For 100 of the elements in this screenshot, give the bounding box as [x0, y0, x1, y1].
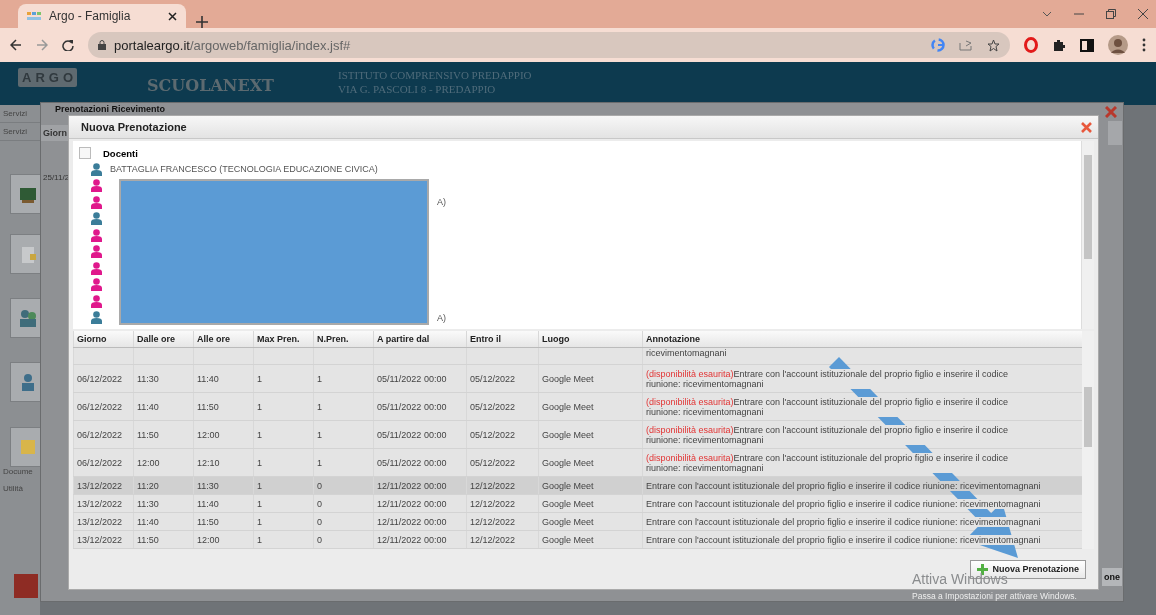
table-cell: 12/12/2022: [466, 513, 538, 530]
table-cell: 25/11/2: [43, 173, 70, 182]
chevron-down-icon[interactable]: [1042, 11, 1052, 17]
table-row[interactable]: 13/12/2022 11:40 11:50 1 0 12/11/2022 00:00 12/12/2022 Google Meet Entrare con l'account istituzionale del proprio figlio e inserire il codice riunione: ricevimentomagnani: [73, 513, 1082, 531]
dialog-button[interactable]: one: [1102, 568, 1122, 586]
table-cell: 05/12/2022: [466, 449, 538, 476]
table-cell: 11:50: [133, 421, 193, 448]
table-cell: 1: [253, 449, 313, 476]
column-header[interactable]: Max Pren.: [253, 331, 313, 347]
share-icon[interactable]: [959, 39, 973, 51]
table-cell: Google Meet: [538, 477, 642, 494]
table-cell: 1: [313, 365, 373, 392]
table-cell: 1: [253, 531, 313, 548]
column-header[interactable]: Dalle ore: [133, 331, 193, 347]
tab-title: Argo - Famiglia: [49, 9, 132, 23]
table-cell: 11:30: [133, 495, 193, 512]
new-tab-icon[interactable]: [196, 16, 208, 28]
table-cell: 11:20: [133, 477, 193, 494]
table-cell: 11:40: [193, 495, 253, 512]
tree-root-label[interactable]: Docenti: [103, 147, 138, 159]
side-panel-icon[interactable]: [1080, 38, 1094, 52]
table-row[interactable]: 06/12/2022 12:00 12:10 1 1 05/11/2022 00:00 05/12/2022 Google Meet (disponibilità esaurita)Entrare con l'account istituzionale del proprio figlio e inserire il codice riunione: ricevimentomagnani: [73, 449, 1082, 477]
table-row[interactable]: 06/12/2022 11:50 12:00 1 1 05/11/2022 00:00 05/12/2022 Google Meet (disponibilità esaurita)Entrare con l'account istituzionale del proprio figlio e inserire il codice riunione: ricevimentomagnani: [73, 421, 1082, 449]
table-row[interactable]: 13/12/2022 11:20 11:30 1 0 12/11/2022 00:00 12/12/2022 Google Meet Entrare con l'account istituzionale del proprio figlio e inserire il codice riunione: ricevimentomagnani: [73, 477, 1082, 495]
table-cell: 12/11/2022 00:00: [373, 513, 466, 530]
table-cell: 12/11/2022 00:00: [373, 477, 466, 494]
table-cell: 05/11/2022 00:00: [373, 393, 466, 420]
person-icon[interactable]: [91, 212, 102, 226]
person-icon[interactable]: [91, 195, 102, 209]
star-icon[interactable]: [987, 38, 1000, 52]
more-icon[interactable]: [1142, 38, 1146, 52]
table-cell: 1: [253, 495, 313, 512]
column-header[interactable]: N.Pren.: [313, 331, 373, 347]
table-cell: Google Meet: [538, 513, 642, 530]
table-cell: 11:30: [133, 365, 193, 392]
table-cell: 13/12/2022: [73, 531, 133, 548]
column-header: Giorn: [41, 125, 69, 141]
table-cell: 1: [253, 477, 313, 494]
table-cell: 13/12/2022: [73, 513, 133, 530]
table-cell: Google Meet: [538, 449, 642, 476]
column-header[interactable]: Entro il: [466, 331, 538, 347]
person-icon[interactable]: [91, 311, 102, 325]
reload-icon[interactable]: [62, 39, 74, 51]
table-row[interactable]: 06/12/2022 11:30 11:40 1 1 05/11/2022 00:00 05/12/2022 Google Meet (disponibilità esaurita)Entrare con l'account istituzionale del proprio figlio e inserire il codice riunione: ricevimentomagnani: [73, 365, 1082, 393]
table-cell: 12/12/2022: [466, 531, 538, 548]
table-cell: 12/11/2022 00:00: [373, 531, 466, 548]
table-cell: 06/12/2022: [73, 421, 133, 448]
table-cell: 06/12/2022: [73, 449, 133, 476]
table-cell: 11:40: [133, 393, 193, 420]
table-cell: 12:00: [193, 531, 253, 548]
back-icon[interactable]: [10, 39, 22, 51]
person-icon[interactable]: [91, 245, 102, 259]
table-cell: Google Meet: [538, 393, 642, 420]
table-cell: 11:50: [133, 531, 193, 548]
table-row[interactable]: 06/12/2022 11:40 11:50 1 1 05/11/2022 00:00 05/12/2022 Google Meet (disponibilità esaurita)Entrare con l'account istituzionale del proprio figlio e inserire il codice riunione: ricevimentomagnani: [73, 393, 1082, 421]
person-icon[interactable]: [91, 228, 102, 242]
table-cell: 11:40: [193, 365, 253, 392]
table-cell: 0: [313, 477, 373, 494]
table-cell: 06/12/2022: [73, 365, 133, 392]
tile-icon: [18, 437, 38, 457]
dialog-title: Prenotazioni Ricevimento: [55, 104, 166, 114]
table-cell: ricevimentomagnani: [642, 348, 1082, 364]
table-cell: 05/11/2022 00:00: [373, 421, 466, 448]
table-cell: 11:40: [133, 513, 193, 530]
column-header[interactable]: Alle ore: [193, 331, 253, 347]
teacher-name[interactable]: BATTAGLIA FRANCESCO (TECNOLOGIA EDUCAZIONE CIVICA): [110, 164, 378, 175]
teacher-name[interactable]: A): [437, 312, 446, 323]
table-cell: 12:00: [193, 421, 253, 448]
person-icon[interactable]: [91, 179, 102, 193]
table-row[interactable]: ricevimentomagnani: [73, 348, 1082, 365]
person-icon[interactable]: [91, 162, 102, 176]
person-icon[interactable]: [91, 261, 102, 275]
column-header[interactable]: Luogo: [538, 331, 642, 347]
column-header[interactable]: A partire dal: [373, 331, 466, 347]
puzzle-icon[interactable]: [1052, 38, 1066, 52]
table-cell: Google Meet: [538, 421, 642, 448]
table-cell: 12/11/2022 00:00: [373, 495, 466, 512]
dialog-title: Nuova Prenotazione: [81, 121, 188, 133]
address-bar[interactable]: portaleargo.it/argoweb/famiglia/index.jsf#: [88, 32, 1010, 58]
close-icon[interactable]: [168, 11, 177, 21]
restore-icon[interactable]: [1106, 9, 1116, 19]
table-cell: 1: [313, 393, 373, 420]
table-cell: 0: [313, 495, 373, 512]
url-text: portaleargo.it/argoweb/famiglia/index.jsf#: [114, 37, 351, 53]
column-header[interactable]: Giorno: [73, 331, 133, 347]
table-row[interactable]: 13/12/2022 11:30 11:40 1 0 12/11/2022 00:00 12/12/2022 Google Meet Entrare con l'account istituzionale del proprio figlio e inserire il codice riunione: ricevimentomagnani: [73, 495, 1082, 513]
product-name: SCUOLANEXT: [147, 76, 274, 95]
table-row[interactable]: 13/12/2022 11:50 12:00 1 0 12/11/2022 00:00 12/12/2022 Google Meet Entrare con l'account istituzionale del proprio figlio e inserire il codice riunione: ricevimentomagnani: [73, 531, 1082, 549]
opera-icon[interactable]: [1024, 37, 1038, 53]
table-cell: 1: [313, 421, 373, 448]
tree-checkbox[interactable]: [79, 147, 91, 159]
person-icon[interactable]: [91, 278, 102, 292]
favicon-icon: [27, 11, 41, 21]
avatar-icon[interactable]: [1108, 35, 1128, 55]
table-cell: 13/12/2022: [73, 495, 133, 512]
browser-tab[interactable]: Argo - Famiglia: [18, 4, 186, 28]
table-cell: 0: [313, 531, 373, 548]
teacher-name[interactable]: A): [437, 197, 446, 208]
table-cell: 12:00: [133, 449, 193, 476]
person-icon[interactable]: [91, 294, 102, 308]
